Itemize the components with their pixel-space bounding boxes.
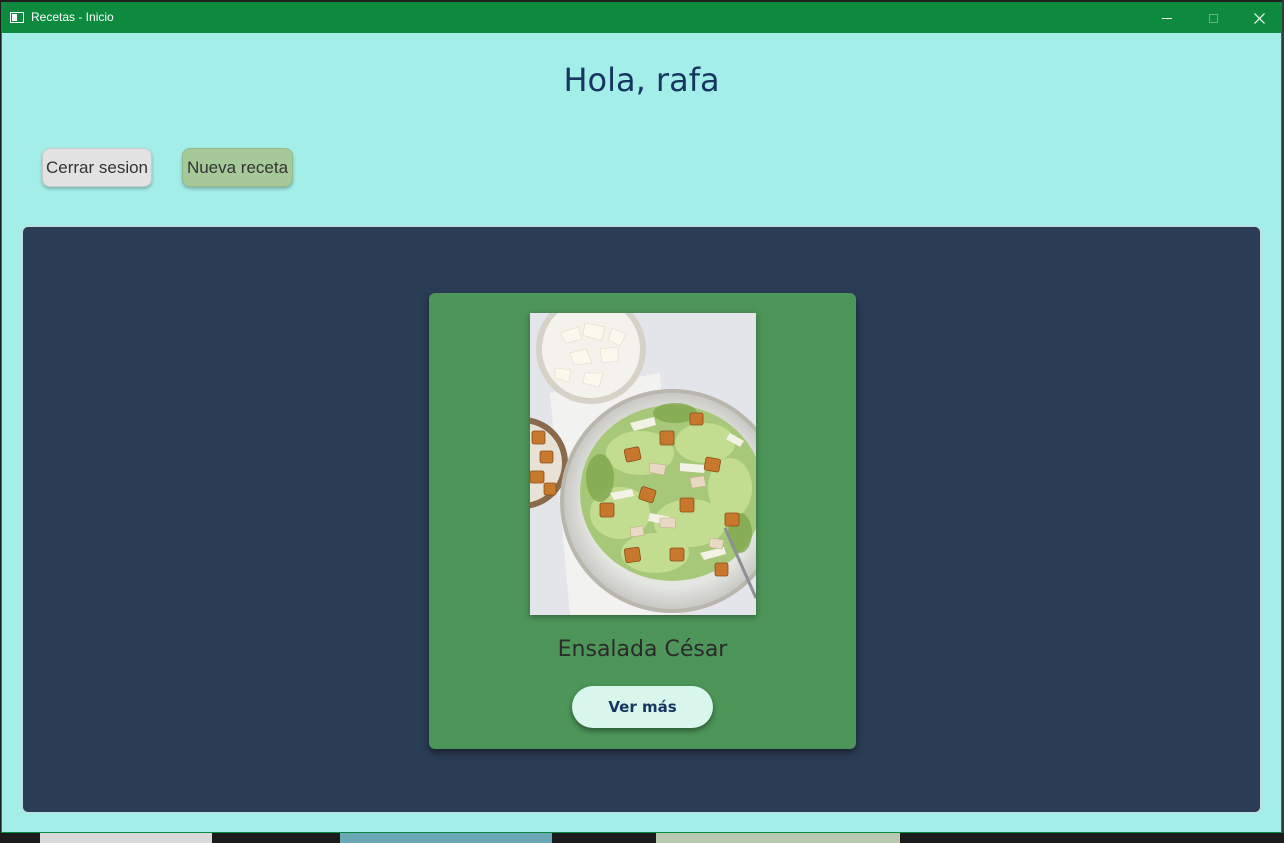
see-more-button[interactable]: Ver más [572,686,713,728]
app-window-icon [10,12,24,23]
close-icon [1253,12,1265,24]
title-bar[interactable]: Recetas - Inicio [2,3,1281,33]
caesar-salad-photo [530,313,756,615]
logout-button[interactable]: Cerrar sesion [42,148,152,187]
window-title: Recetas - Inicio [31,10,114,24]
minimize-icon [1162,17,1172,19]
background-window-thumbnail [40,833,212,843]
recipe-image [530,313,756,615]
minimize-button[interactable] [1144,3,1190,33]
recipe-card: Ensalada César Ver más [429,293,856,749]
background-window-thumbnail [656,833,900,843]
background-window-thumbnail [340,833,552,843]
recipes-panel: Ensalada César Ver más [22,226,1261,813]
close-button[interactable] [1236,3,1282,33]
desktop-taskbar-strip [0,833,1284,843]
app-window: Recetas - Inicio Hola, rafa Cerrar sesio… [1,2,1282,833]
maximize-button[interactable] [1190,3,1236,33]
new-recipe-button[interactable]: Nueva receta [182,148,293,187]
maximize-icon [1208,13,1218,23]
recipe-title: Ensalada César [557,637,728,662]
greeting-heading: Hola, rafa [563,61,720,99]
